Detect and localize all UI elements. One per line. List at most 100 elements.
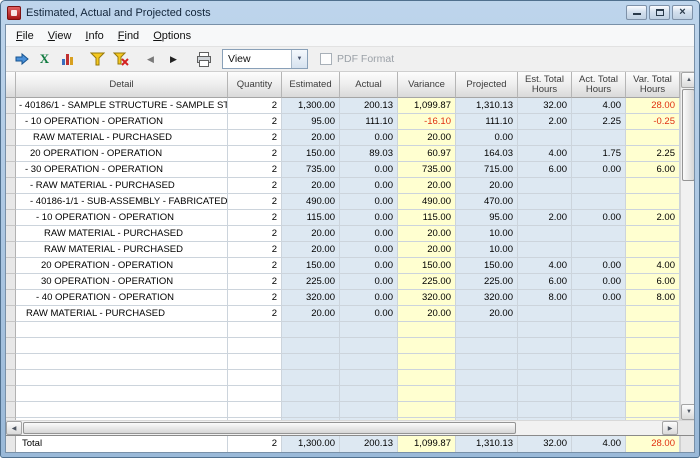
table-row[interactable]: RAW MATERIAL - PURCHASED 2 20.00 0.00 20.00 2…: [6, 306, 680, 322]
chart-button[interactable]: [56, 49, 79, 70]
cell-quantity: [228, 322, 282, 338]
row-selector[interactable]: [6, 242, 16, 258]
app-icon: [7, 5, 21, 20]
cell-detail: [16, 322, 228, 338]
cell-projected: 20.00: [456, 178, 518, 194]
table-row[interactable]: - 40186-1/1 - SUB-ASSEMBLY - FABRICATED 2…: [6, 194, 680, 210]
scroll-up-button[interactable]: ▲: [681, 72, 694, 88]
clear-filter-button[interactable]: [109, 49, 132, 70]
filter-button[interactable]: [86, 49, 109, 70]
table-row[interactable]: - 30 OPERATION - OPERATION 2 735.00 0.00 735…: [6, 162, 680, 178]
excel-export-button[interactable]: X: [33, 49, 56, 70]
menu-item-find[interactable]: Find: [111, 27, 146, 45]
row-selector[interactable]: [6, 274, 16, 290]
cell-variance: 20.00: [398, 226, 456, 242]
row-selector[interactable]: [6, 306, 16, 322]
row-selector[interactable]: [6, 210, 16, 226]
column-header-variance[interactable]: Variance: [398, 72, 456, 98]
row-selector[interactable]: [6, 162, 16, 178]
cell-estimated: 225.00: [282, 274, 340, 290]
horizontal-scrollbar[interactable]: ◀ ▶: [6, 420, 694, 435]
table-row[interactable]: 30 OPERATION - OPERATION 2 225.00 0.00 225.0…: [6, 274, 680, 290]
cell-act_hours: 0.00: [572, 162, 626, 178]
scroll-left-button[interactable]: ◀: [6, 421, 22, 435]
table-row[interactable]: - 40186/1 - SAMPLE STRUCTURE - SAMPLE ST…: [6, 98, 680, 114]
table-row[interactable]: 20 OPERATION - OPERATION 2 150.00 0.00 150.0…: [6, 258, 680, 274]
menu-item-file[interactable]: File: [9, 27, 41, 45]
cell-act_hours: [572, 402, 626, 418]
cell-actual: 200.13: [340, 436, 398, 452]
vertical-scrollbar[interactable]: ▲ ▼: [680, 72, 694, 420]
view-dropdown[interactable]: View ▼: [222, 49, 308, 69]
cell-actual: 0.00: [340, 162, 398, 178]
table-row[interactable]: 20 OPERATION - OPERATION 2 150.00 89.03 60.9…: [6, 146, 680, 162]
scroll-down-button[interactable]: ▼: [681, 404, 694, 420]
vertical-scroll-thumb[interactable]: [682, 89, 694, 181]
clear-filter-icon: [112, 52, 129, 66]
menu-item-options[interactable]: Options: [146, 27, 198, 45]
cell-projected: 1,310.13: [456, 436, 518, 452]
column-header-estimated[interactable]: Estimated: [282, 72, 340, 98]
horizontal-scroll-thumb[interactable]: [23, 422, 516, 434]
column-header-actual[interactable]: Actual: [340, 72, 398, 98]
cell-act_hours: [572, 306, 626, 322]
cell-estimated: 20.00: [282, 242, 340, 258]
column-header-quantity[interactable]: Quantity: [228, 72, 282, 98]
row-selector[interactable]: [6, 98, 16, 114]
next-button[interactable]: ▶: [162, 49, 185, 70]
cell-est_hours: [518, 338, 572, 354]
row-selector[interactable]: [6, 226, 16, 242]
previous-button[interactable]: ◀: [139, 49, 162, 70]
horizontal-scroll-track[interactable]: [22, 421, 662, 435]
row-selector[interactable]: [6, 194, 16, 210]
row-selector[interactable]: [6, 146, 16, 162]
cell-estimated: 735.00: [282, 162, 340, 178]
table-row[interactable]: - 40 OPERATION - OPERATION 2 320.00 0.00 320…: [6, 290, 680, 306]
cell-estimated: [282, 386, 340, 402]
scrollbar-corner: [678, 421, 694, 435]
menu-item-info[interactable]: Info: [78, 27, 110, 45]
cell-var_hours: [626, 402, 680, 418]
scroll-right-button[interactable]: ▶: [662, 421, 678, 435]
cell-variance: [398, 354, 456, 370]
pdf-format-checkbox[interactable]: [320, 53, 332, 65]
window-title: Estimated, Actual and Projected costs: [26, 6, 211, 19]
cell-projected: 10.00: [456, 226, 518, 242]
table-row[interactable]: RAW MATERIAL - PURCHASED 2 20.00 0.00 20.00 0…: [6, 130, 680, 146]
exit-button[interactable]: [10, 49, 33, 70]
close-button[interactable]: ×: [672, 5, 693, 20]
column-header-var_hours[interactable]: Var. Total Hours: [626, 72, 680, 98]
table-row[interactable]: - RAW MATERIAL - PURCHASED 2 20.00 0.00 20.0…: [6, 178, 680, 194]
row-selector[interactable]: [6, 258, 16, 274]
dropdown-arrow-icon[interactable]: ▼: [291, 50, 307, 68]
cell-actual: 0.00: [340, 210, 398, 226]
cell-projected: 10.00: [456, 242, 518, 258]
cell-quantity: 2: [228, 226, 282, 242]
row-selector[interactable]: [6, 114, 16, 130]
column-header-projected[interactable]: Projected: [456, 72, 518, 98]
table-row[interactable]: - 10 OPERATION - OPERATION 2 115.00 0.00 115…: [6, 210, 680, 226]
minimize-button[interactable]: [626, 5, 647, 20]
maximize-button[interactable]: [649, 5, 670, 20]
row-selector-header: [6, 72, 16, 98]
vertical-scroll-track[interactable]: [681, 88, 694, 404]
table-row[interactable]: RAW MATERIAL - PURCHASED 2 20.00 0.00 20.00 1…: [6, 226, 680, 242]
cell-quantity: [228, 338, 282, 354]
cell-detail: - 10 OPERATION - OPERATION: [16, 114, 228, 130]
column-header-est_hours[interactable]: Est. Total Hours: [518, 72, 572, 98]
cell-projected: 715.00: [456, 162, 518, 178]
row-selector[interactable]: [6, 290, 16, 306]
row-selector[interactable]: [6, 178, 16, 194]
excel-icon: X: [39, 51, 50, 66]
title-bar[interactable]: Estimated, Actual and Projected costs ×: [5, 1, 695, 24]
cell-actual: [340, 402, 398, 418]
print-button[interactable]: [192, 49, 215, 70]
column-header-detail[interactable]: Detail: [16, 72, 228, 98]
table-row[interactable]: - 10 OPERATION - OPERATION 2 95.00 111.10 -1…: [6, 114, 680, 130]
menu-item-view[interactable]: View: [41, 27, 79, 45]
cell-var_hours: [626, 226, 680, 242]
row-selector[interactable]: [6, 130, 16, 146]
table-row[interactable]: RAW MATERIAL - PURCHASED 2 20.00 0.00 20.00 1…: [6, 242, 680, 258]
cell-estimated: 1,300.00: [282, 98, 340, 114]
column-header-act_hours[interactable]: Act. Total Hours: [572, 72, 626, 98]
